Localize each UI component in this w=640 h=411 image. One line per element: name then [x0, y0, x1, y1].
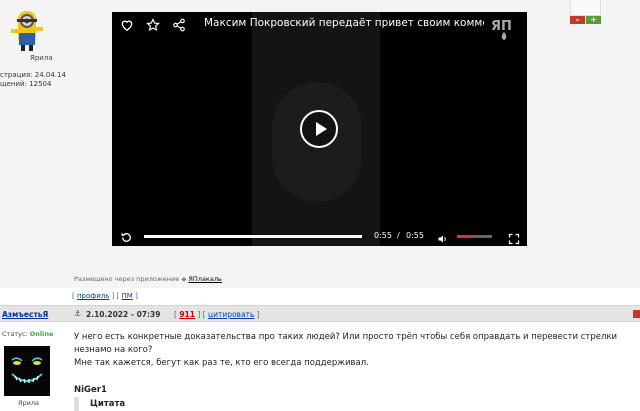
profile-link[interactable]: профиль — [77, 292, 109, 300]
quote-heading: Цитата — [90, 399, 126, 409]
vote-plus-button[interactable]: + — [586, 16, 601, 24]
share-icon[interactable] — [172, 17, 188, 33]
vote-display — [570, 0, 601, 16]
progress-fill — [144, 235, 362, 238]
current-time: 0:55 — [374, 231, 392, 240]
registration-date: страция: 24.04.14 — [0, 71, 66, 79]
pm-link[interactable]: ПМ — [122, 292, 133, 300]
video-title[interactable]: Максим Покровский передаёт привет своим … — [204, 17, 484, 29]
star-icon[interactable] — [146, 17, 162, 33]
user-status: Статус: Online — [2, 330, 53, 338]
volume-fill — [457, 235, 473, 238]
logo-letters: ЯП — [491, 19, 512, 34]
bracket: ] — [254, 310, 260, 319]
duration: 0:55 — [406, 231, 424, 240]
bracket: ] — [132, 292, 138, 300]
vote-widget: – + — [570, 0, 601, 25]
quote-author: NiGer1 — [74, 385, 107, 395]
fullscreen-icon[interactable] — [508, 230, 520, 246]
posted-via: Размещено через приложение ◆ ЯПлакаль — [74, 275, 222, 283]
post-text-line: У него есть конкретные доказательства пр… — [74, 332, 618, 342]
yap-logo-icon[interactable]: ЯП — [490, 16, 518, 42]
profile-links: [ профиль ] [ ПМ ] — [72, 292, 138, 300]
heart-icon[interactable] — [120, 17, 136, 33]
post-header-bar: АзмъестьЯ ⚓ 2.10.2022 - 07:39 [ 911 ] [ … — [0, 305, 640, 322]
author-name[interactable]: Ярила — [18, 399, 39, 407]
message-count: щений: 12504 — [0, 80, 52, 88]
post-author-link[interactable]: АзмъестьЯ — [2, 310, 48, 319]
quote-link[interactable]: цитировать — [208, 310, 254, 319]
posted-via-label: Размещено через приложение — [74, 275, 180, 283]
post-tools: [ 911 ] [ цитировать ] — [174, 310, 260, 319]
play-icon — [316, 122, 327, 136]
author-name[interactable]: Ярила — [30, 54, 53, 62]
avatar[interactable] — [4, 346, 50, 396]
play-button[interactable] — [300, 110, 338, 148]
replay-icon[interactable] — [120, 229, 133, 246]
report-flag-icon[interactable] — [633, 310, 640, 318]
time-separator: / — [397, 231, 400, 240]
vote-minus-button[interactable]: – — [570, 16, 585, 24]
quote-border — [74, 397, 79, 411]
app-link[interactable]: ЯПлакаль — [188, 275, 221, 283]
volume-icon[interactable] — [437, 230, 449, 246]
player-top-bar: Максим Покровский передаёт привет своим … — [112, 12, 527, 40]
anchor-icon[interactable]: ⚓ — [74, 309, 81, 318]
post-text-line: незнамо на кого? — [74, 345, 153, 355]
progress-bar[interactable] — [144, 235, 362, 238]
status-label: Статус: — [2, 330, 30, 338]
bracket: ] [ — [194, 310, 208, 319]
video-player[interactable]: Максим Покровский передаёт привет своим … — [112, 12, 527, 246]
bracket: ] [ — [109, 292, 122, 300]
post-text-line: Мне так кажется, бегут как раз те, кто е… — [74, 358, 369, 368]
post-number-link[interactable]: 911 — [179, 310, 195, 319]
author-column: Ярила страция: 24.04.14 щений: 12504 — [0, 0, 70, 288]
previous-post: Ярила страция: 24.04.14 щений: 12504 – +… — [0, 0, 640, 300]
volume-slider[interactable] — [457, 235, 492, 238]
post-text: У него есть конкретные доказательства пр… — [74, 331, 634, 370]
status-badge: Online — [29, 330, 54, 338]
post-date: 2.10.2022 - 07:39 — [86, 310, 161, 319]
player-controls: 0:55 / 0:55 — [112, 228, 527, 246]
avatar[interactable] — [6, 5, 46, 55]
